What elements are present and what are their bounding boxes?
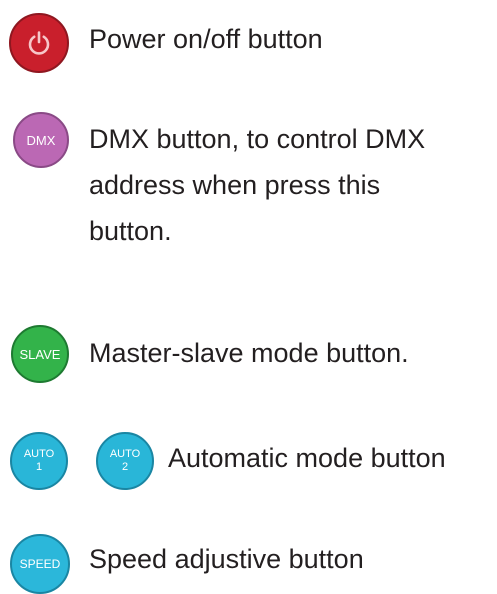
- slave-button: SLAVE: [11, 325, 69, 383]
- slave-button-label: SLAVE: [19, 346, 61, 362]
- power-description: Power on/off button: [89, 24, 323, 54]
- dmx-description-line-3: button.: [89, 216, 172, 246]
- auto-2-number: 2: [121, 461, 129, 473]
- auto-1-number: 1: [35, 461, 43, 473]
- dmx-button-label: DMX: [26, 132, 56, 148]
- dmx-description-line-2: address when press this: [89, 170, 381, 200]
- slave-description: Master-slave mode button.: [89, 338, 409, 368]
- power-button: [9, 13, 69, 73]
- speed-button: SPEED: [10, 534, 70, 594]
- speed-button-label: SPEED: [19, 557, 61, 571]
- auto-2-button: AUTO 2: [96, 432, 154, 490]
- auto-description: Automatic mode button: [168, 443, 446, 473]
- dmx-description-line-1: DMX button, to control DMX: [89, 124, 426, 154]
- power-icon: [28, 31, 50, 55]
- speed-description: Speed adjustive button: [89, 544, 364, 574]
- auto-1-button: AUTO 1: [10, 432, 68, 490]
- auto-1-label: AUTO: [23, 448, 55, 460]
- auto-2-label: AUTO: [109, 448, 141, 460]
- dmx-button: DMX: [13, 112, 69, 168]
